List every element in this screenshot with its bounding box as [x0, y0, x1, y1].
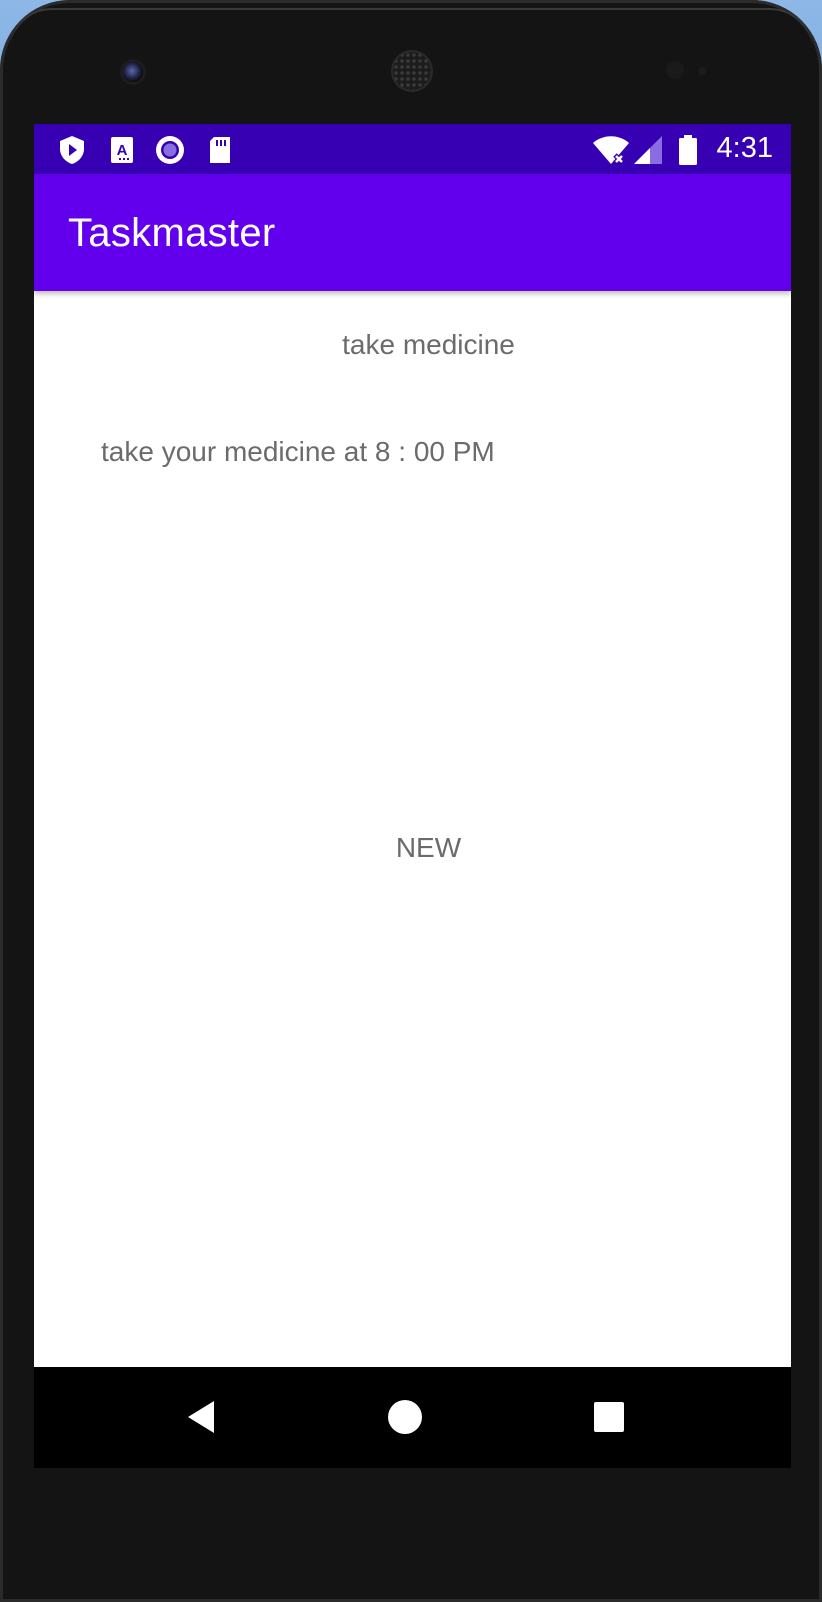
device-screen: A 4:31 Taskmaster take medicine take you…: [34, 124, 791, 1468]
record-circle-icon: [156, 136, 184, 164]
home-icon[interactable]: [385, 1397, 425, 1437]
wifi-no-internet-icon: [593, 136, 629, 165]
proximity-sensor: [666, 61, 684, 79]
navigation-bar: [34, 1367, 791, 1468]
task-state: NEW: [395, 832, 462, 863]
front-camera: [123, 62, 143, 82]
phone-bezel-edge: [10, 8, 812, 50]
cell-signal-icon: [634, 136, 662, 164]
sd-card-icon: [210, 137, 230, 163]
battery-icon: [679, 135, 697, 165]
recents-icon[interactable]: [589, 1397, 629, 1437]
back-icon[interactable]: [182, 1397, 222, 1437]
light-sensor: [698, 67, 706, 75]
task-body: take your medicine at 8 : 00 PM: [101, 436, 495, 467]
play-protect-icon: [60, 136, 84, 164]
status-clock: 4:31: [716, 132, 773, 164]
svg-text:A: A: [117, 142, 128, 159]
earpiece-speaker: [393, 52, 431, 90]
status-bar: A 4:31: [34, 124, 791, 174]
autofill-a-icon: A: [111, 137, 133, 163]
app-bar: Taskmaster: [34, 174, 791, 291]
phone-frame: A 4:31 Taskmaster take medicine take you…: [0, 0, 822, 1602]
app-title: Taskmaster: [68, 211, 276, 255]
task-title: take medicine: [342, 329, 515, 360]
